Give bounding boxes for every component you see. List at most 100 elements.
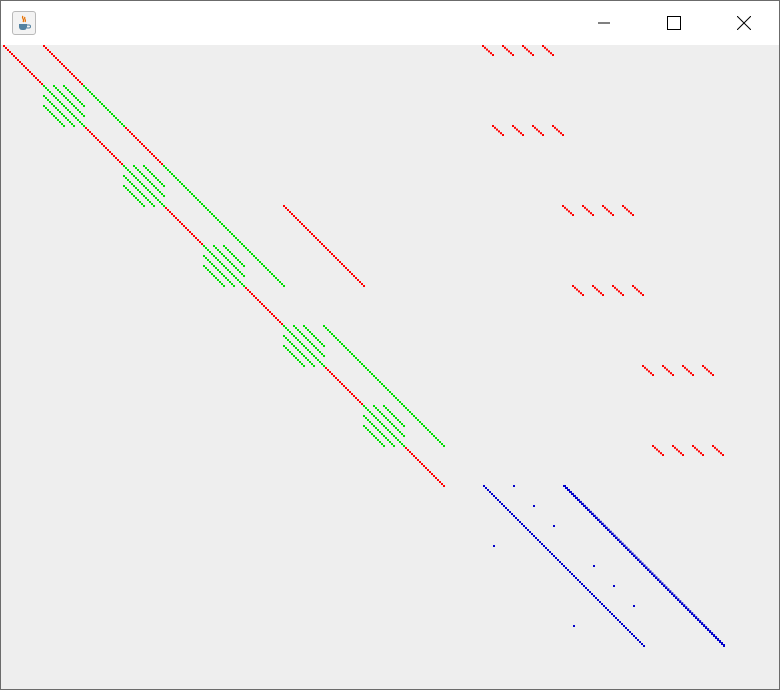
title-bar[interactable] <box>1 1 779 45</box>
series-2-diagonal-point <box>485 487 487 489</box>
series-0-diagonal-point <box>357 399 359 401</box>
series-1-block-point <box>399 431 401 433</box>
series-0-diagonal-point <box>359 401 361 403</box>
series-2-diagonal-point <box>575 496 578 499</box>
series-1-block-point <box>203 245 205 247</box>
series-0-diagonal-point <box>109 151 111 153</box>
series-1-block-point <box>283 345 285 347</box>
series-1-block-point <box>285 347 287 349</box>
series-0-segment-point <box>622 205 624 207</box>
series-0-diagonal-point <box>343 385 345 387</box>
series-2-diagonal-point <box>613 615 615 617</box>
series-1-block-point <box>309 331 311 333</box>
series-0-diagonal-point <box>335 257 337 259</box>
series-1-diagonal-point <box>83 85 85 87</box>
series-2-diagonal-point <box>697 618 700 621</box>
series-2-point <box>493 545 495 547</box>
series-0-diagonal-point <box>333 375 335 377</box>
java-coffee-cup-icon[interactable] <box>12 11 36 35</box>
series-2-diagonal-point <box>609 530 612 533</box>
series-1-block-point <box>381 433 383 435</box>
series-1-block-point <box>321 343 323 345</box>
series-1-block-point <box>221 283 223 285</box>
series-0-segment-point <box>582 294 584 296</box>
series-0-segment-point <box>680 452 682 455</box>
series-1-block-point <box>367 429 369 431</box>
series-1-diagonal-point <box>273 275 275 277</box>
series-1-block-point <box>295 357 297 359</box>
series-2-diagonal-point <box>623 625 625 627</box>
minimize-button[interactable] <box>569 1 639 45</box>
series-2-diagonal-point <box>515 517 517 519</box>
series-0-diagonal-point <box>39 81 41 83</box>
series-1-block-point <box>225 267 227 269</box>
series-1-diagonal-point <box>325 327 327 329</box>
series-0-segment-point <box>642 294 644 296</box>
series-1-diagonal-point <box>247 249 249 251</box>
series-0-segment-point <box>580 292 582 295</box>
series-0-segment-point <box>704 366 706 369</box>
series-2-diagonal-point <box>483 485 485 487</box>
series-1-block-point <box>157 189 159 191</box>
series-1-diagonal-point <box>419 421 421 423</box>
series-2-diagonal-point <box>643 645 645 647</box>
series-1-block-point <box>71 113 73 115</box>
series-1-block-point <box>59 101 61 103</box>
series-1-diagonal-point <box>259 261 261 263</box>
series-1-block-point <box>397 439 399 441</box>
series-1-block-point <box>125 167 127 169</box>
series-1-block-point <box>219 271 221 273</box>
series-0-segment-point <box>602 205 604 207</box>
series-2-diagonal-point <box>619 621 621 623</box>
maximize-button[interactable] <box>639 1 709 45</box>
series-1-block-point <box>385 437 387 439</box>
series-1-block-point <box>225 257 227 259</box>
close-button[interactable] <box>709 1 779 45</box>
series-1-block-point <box>151 173 153 175</box>
series-1-block-point <box>219 251 221 253</box>
series-0-segment-point <box>710 372 712 375</box>
series-1-block-point <box>211 263 213 265</box>
series-0-segment-point <box>668 370 670 373</box>
series-1-block-point <box>65 97 67 99</box>
series-1-block-point <box>239 261 241 263</box>
series-0-diagonal-point <box>153 155 155 157</box>
series-0-diagonal-point <box>117 159 119 161</box>
series-1-block-point <box>315 347 317 349</box>
series-1-block-point <box>297 329 299 331</box>
series-0-segment-point <box>512 125 514 127</box>
series-2-diagonal-point <box>597 518 600 521</box>
series-2-diagonal-point <box>663 584 666 587</box>
series-0-segment-point <box>588 210 590 213</box>
series-0-diagonal-point <box>61 63 63 65</box>
series-0-diagonal-point <box>173 215 175 217</box>
series-2-diagonal-point <box>587 589 589 591</box>
series-0-segment-point <box>544 46 546 49</box>
series-0-diagonal-point <box>305 227 307 229</box>
series-2-diagonal-point <box>587 508 590 511</box>
series-2-diagonal-point <box>633 554 636 557</box>
series-1-block-point <box>237 269 239 271</box>
series-0-diagonal-point <box>277 319 279 321</box>
series-2-diagonal-point <box>605 526 608 529</box>
series-2-point <box>593 565 595 567</box>
series-1-block-point <box>233 275 235 277</box>
series-1-diagonal-point <box>209 211 211 213</box>
series-1-block-point <box>395 417 397 419</box>
series-2-diagonal-point <box>591 512 594 515</box>
series-0-segment-point <box>666 368 668 371</box>
series-0-diagonal-point <box>423 465 425 467</box>
series-2-diagonal-point <box>564 485 566 487</box>
series-1-block-point <box>205 247 207 249</box>
series-0-segment-point <box>688 370 690 373</box>
series-0-diagonal-point <box>341 263 343 265</box>
series-1-diagonal-point <box>255 257 257 259</box>
series-1-diagonal-point <box>163 165 165 167</box>
series-0-segment-point <box>548 50 550 53</box>
series-0-diagonal-point <box>21 63 23 65</box>
series-2-diagonal-point <box>523 525 525 527</box>
series-1-block-point <box>377 439 379 441</box>
series-1-diagonal-point <box>391 393 393 395</box>
series-1-block-point <box>227 269 229 271</box>
series-0-diagonal-point <box>279 321 281 323</box>
